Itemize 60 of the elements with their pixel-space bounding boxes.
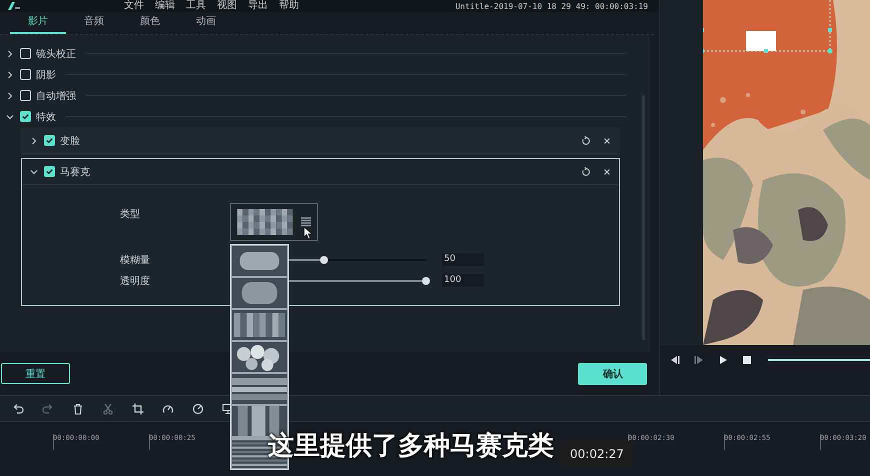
menu-item[interactable]: 视图 <box>217 0 237 12</box>
app-logo-icon <box>6 2 20 10</box>
color-icon[interactable] <box>192 402 204 414</box>
close-icon[interactable] <box>603 136 612 144</box>
mosaic-option[interactable] <box>231 341 288 373</box>
reset-icon[interactable] <box>581 166 592 176</box>
menu-item[interactable]: 编辑 <box>155 0 175 12</box>
cut-icon[interactable] <box>102 402 114 414</box>
previous-frame-icon[interactable] <box>670 355 680 365</box>
tab[interactable]: 动画 <box>178 12 234 34</box>
tab[interactable]: 颜色 <box>122 12 178 34</box>
confirm-button[interactable]: 确认 <box>578 362 648 384</box>
chevron-icon[interactable] <box>30 136 38 144</box>
menu-item[interactable]: 导出 <box>248 0 268 12</box>
mosaic-patch <box>746 31 776 51</box>
reset-button[interactable]: 重置 <box>1 363 70 384</box>
chevron-icon[interactable] <box>6 50 14 58</box>
play-icon[interactable] <box>718 355 728 365</box>
value-field[interactable]: 50 <box>442 253 484 266</box>
property-label: 阴影 <box>36 68 56 82</box>
reset-icon[interactable] <box>581 136 592 146</box>
list-icon[interactable] <box>301 217 311 227</box>
chevron-icon[interactable] <box>30 168 38 176</box>
slider-label: 透明度 <box>120 274 151 288</box>
chevron-icon[interactable] <box>6 70 14 78</box>
next-frame-icon[interactable] <box>694 355 704 365</box>
close-icon[interactable] <box>603 168 612 176</box>
property-label: 镜头校正 <box>36 48 76 60</box>
chevron-icon[interactable] <box>6 112 14 120</box>
property-label: 特效 <box>36 110 56 124</box>
checkbox[interactable] <box>20 90 31 101</box>
checkbox[interactable] <box>20 48 31 59</box>
project-title: Untitle-2019-07-10 18 29 49: 00:00:03:19 <box>455 2 648 10</box>
field-label: 类型 <box>120 208 141 221</box>
redo-icon[interactable] <box>42 402 54 414</box>
menu-item[interactable]: 帮助 <box>279 0 299 12</box>
property-label: 自动增强 <box>36 90 76 102</box>
slider-thumb[interactable] <box>320 256 328 264</box>
delete-icon[interactable] <box>72 402 84 414</box>
slider-thumb[interactable] <box>422 276 430 284</box>
value-field[interactable]: 100 <box>442 274 484 287</box>
selection-frame[interactable] <box>703 0 833 54</box>
stop-icon[interactable] <box>742 355 752 365</box>
timestamp: 00:02:27 <box>562 441 632 467</box>
mosaic-thumbnail <box>237 209 293 235</box>
tab[interactable]: 音频 <box>66 12 122 34</box>
checkbox[interactable] <box>44 166 55 177</box>
speed-icon[interactable] <box>162 402 174 414</box>
checkbox[interactable] <box>20 111 31 122</box>
type-selector[interactable] <box>230 203 318 241</box>
effect-label: 变脸 <box>60 134 80 148</box>
slider-label: 模糊量 <box>120 254 151 266</box>
crop-icon[interactable] <box>132 402 144 414</box>
chevron-icon[interactable] <box>6 92 14 100</box>
undo-icon[interactable] <box>12 402 24 414</box>
effect-label: 马赛克 <box>60 166 90 178</box>
checkbox[interactable] <box>44 135 55 146</box>
menu-item[interactable]: 工具 <box>186 0 206 12</box>
cursor-icon <box>303 226 313 240</box>
checkbox[interactable] <box>20 69 31 80</box>
